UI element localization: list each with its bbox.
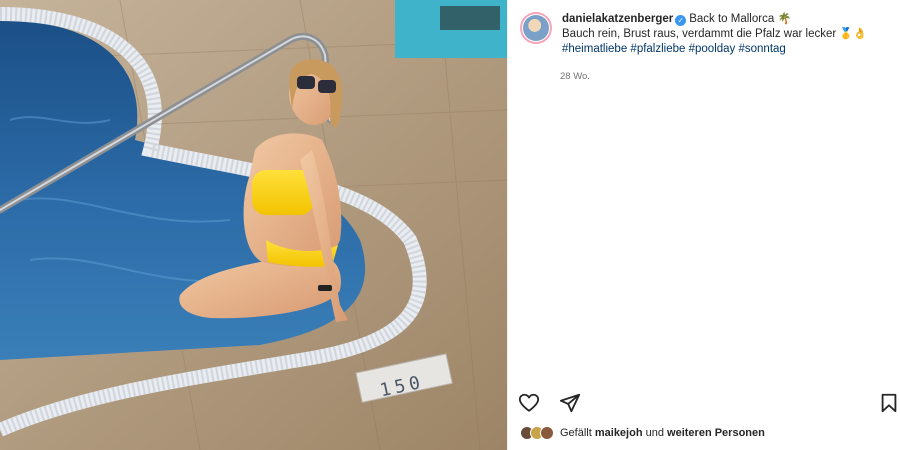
palm-tree-emoji: 🌴 <box>777 13 792 25</box>
likes-connector: und <box>645 427 664 439</box>
likes-prefix: Gefällt <box>560 427 592 439</box>
post-image[interactable]: 150 <box>0 0 507 450</box>
avatar[interactable] <box>520 12 552 44</box>
avatar-image <box>523 15 549 41</box>
caption-row: danielakatzenberger ✓ Back to Mallorca 🌴 B… <box>520 12 892 57</box>
hashtag-link[interactable]: #sonntag <box>739 43 786 55</box>
send-icon[interactable] <box>559 392 581 414</box>
caption: danielakatzenberger ✓ Back to Mallorca 🌴 B… <box>562 12 867 57</box>
verified-badge-icon: ✓ <box>675 15 687 26</box>
hashtags: #heimatliebe #pfalzliebe #poolday #sonnt… <box>562 42 867 57</box>
post-sidebar: danielakatzenberger ✓ Back to Mallorca 🌴 B… <box>507 0 900 450</box>
heart-icon[interactable] <box>518 392 540 414</box>
instagram-post: 150 danielakatzenberger ✓ Back to Mallorca… <box>0 0 900 450</box>
hashtag-link[interactable]: #heimatliebe <box>562 43 627 55</box>
caption-body: Bauch rein, Brust raus, verdammt die Pfa… <box>562 28 837 40</box>
action-bar <box>518 392 897 416</box>
likes-summary: Gefällt maikejoh und weiteren Personen <box>520 426 765 440</box>
hashtag-link[interactable]: #pfalzliebe <box>630 43 685 55</box>
bookmark-icon[interactable] <box>878 392 900 414</box>
liker-username-link[interactable]: maikejoh <box>595 427 643 439</box>
liker-avatars[interactable] <box>520 426 554 440</box>
caption-title: Back to Mallorca <box>689 13 775 25</box>
username-link[interactable]: danielakatzenberger <box>562 13 673 25</box>
post-timestamp[interactable]: 28 Wo. <box>560 71 590 82</box>
hashtag-link[interactable]: #poolday <box>689 43 736 55</box>
caption-emojis: 🥇👌 <box>839 28 867 40</box>
other-likers-link[interactable]: weiteren Personen <box>667 427 765 439</box>
liker-avatar <box>540 426 554 440</box>
